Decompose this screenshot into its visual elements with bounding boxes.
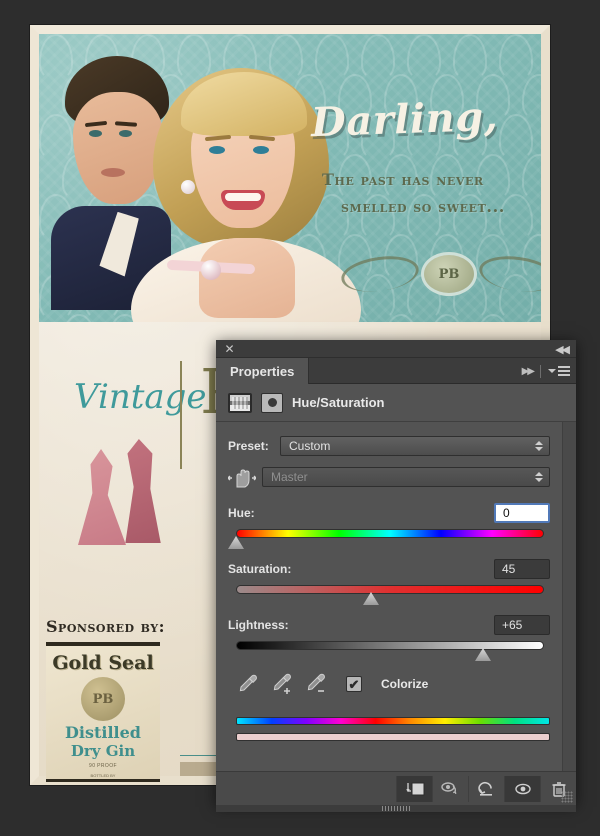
- chevron-updown-icon: [535, 472, 543, 482]
- add-to-sample-eyedropper-icon[interactable]: [270, 673, 292, 695]
- reset-arrow-icon: [477, 781, 492, 796]
- output-color-result-bar: [236, 733, 550, 741]
- properties-panel[interactable]: ✕ ◀◀ Properties ▶▶ Hue/Saturation Preset…: [216, 340, 576, 812]
- poster-crest-ornament: PB: [339, 239, 541, 309]
- toolbar-divider: [540, 364, 541, 378]
- gin-proof: 90 PROOF: [89, 763, 117, 769]
- channel-select[interactable]: Master: [262, 467, 550, 487]
- hue-label: Hue:: [228, 506, 255, 520]
- eyedropper-row: ✔ Colorize: [236, 673, 550, 695]
- toggle-before-after-button[interactable]: [432, 775, 468, 802]
- preset-label: Preset:: [228, 439, 269, 453]
- lightness-label-row: Lightness: +65: [228, 615, 550, 635]
- color-bars: [236, 717, 550, 741]
- adjustment-name: Hue/Saturation: [292, 395, 385, 410]
- poster-brooch: [201, 260, 221, 280]
- expand-panel-icon[interactable]: ▶▶: [522, 366, 535, 377]
- saturation-value-input[interactable]: 45: [494, 559, 550, 579]
- properties-panel-body: Preset: Custom Master Hue: 0 Saturation:…: [216, 422, 576, 788]
- saturation-label: Saturation:: [228, 562, 292, 576]
- adjustment-layer-thumbnail-icon[interactable]: [228, 392, 252, 413]
- panel-bottom-handle[interactable]: [216, 805, 576, 812]
- poster-crest-monogram: PB: [421, 252, 477, 296]
- gin-bottled-by: BOTTLED BY: [90, 773, 116, 778]
- panel-footer-toolbar: [216, 771, 576, 805]
- lightness-value-input[interactable]: +65: [494, 615, 550, 635]
- poster-vintage-word: Vintage: [74, 377, 207, 417]
- gin-seal: PB: [81, 677, 125, 721]
- panel-menu-icon[interactable]: [548, 366, 570, 376]
- lightness-label: Lightness:: [228, 618, 289, 632]
- saturation-slider-track: [236, 585, 544, 594]
- collapse-to-icons-icon[interactable]: ◀◀: [555, 343, 570, 356]
- hue-value-input[interactable]: 0: [494, 503, 550, 523]
- gin-company: The American Spirits Company: [46, 781, 160, 782]
- preset-select[interactable]: Custom: [280, 436, 550, 456]
- gin-title: Gold Seal: [52, 652, 154, 674]
- poster-teal-panel: Darling, The past has never smelled so s…: [39, 34, 541, 322]
- panel-tab-bar: Properties ▶▶: [216, 358, 576, 384]
- sample-eyedropper-icon[interactable]: [236, 673, 258, 695]
- panel-title-bar: ✕ ◀◀: [216, 340, 576, 358]
- eye-arrow-icon: [440, 781, 456, 794]
- lightness-slider[interactable]: [228, 639, 550, 661]
- poster-subline-2: smelled so sweet...: [341, 197, 505, 216]
- targeted-adjustment-tool-icon[interactable]: [228, 465, 256, 489]
- colorize-checkbox[interactable]: ✔: [346, 676, 362, 692]
- preset-row: Preset: Custom: [228, 436, 550, 456]
- saturation-label-row: Saturation: 45: [228, 559, 550, 579]
- checkmark-icon: ✔: [348, 676, 360, 692]
- clip-to-layer-button[interactable]: [396, 775, 432, 802]
- gin-dry-gin: Dry Gin: [70, 742, 136, 760]
- colorize-label: Colorize: [381, 677, 429, 691]
- clip-to-layer-icon: [405, 782, 424, 795]
- poster-dancers-illustration: [72, 427, 182, 547]
- eye-icon: [514, 783, 531, 794]
- reset-button[interactable]: [468, 775, 504, 802]
- poster-subline-1: The past has never: [322, 170, 484, 189]
- hue-label-row: Hue: 0: [228, 503, 550, 523]
- tab-properties-label: Properties: [230, 363, 295, 379]
- chevron-updown-icon: [535, 441, 543, 451]
- lightness-slider-track: [236, 641, 544, 650]
- panel-resize-grip[interactable]: [561, 791, 573, 803]
- adjustment-header: Hue/Saturation: [216, 384, 576, 422]
- screen-root: Darling, The past has never smelled so s…: [0, 0, 600, 836]
- channel-row: Master: [228, 465, 550, 489]
- poster-headline: Darling,: [310, 92, 499, 147]
- toggle-visibility-button[interactable]: [504, 775, 540, 802]
- poster-woman-illustration: [131, 42, 361, 322]
- saturation-slider[interactable]: [228, 583, 550, 605]
- poster-sponsored-label: Sponsored by:: [46, 617, 165, 636]
- layer-mask-thumbnail-icon[interactable]: [261, 392, 283, 413]
- preset-select-value: Custom: [289, 439, 331, 453]
- input-color-spectrum-bar: [236, 717, 550, 725]
- hue-slider[interactable]: [228, 527, 550, 549]
- panel-scroll-gutter[interactable]: [562, 422, 576, 788]
- hue-slider-track: [236, 529, 544, 538]
- channel-select-value: Master: [271, 470, 308, 484]
- poster-gin-label: Gold Seal PB Distilled Dry Gin 90 PROOF …: [46, 642, 160, 782]
- tab-properties[interactable]: Properties: [216, 358, 310, 384]
- close-icon[interactable]: ✕: [224, 343, 235, 355]
- gin-distilled: Distilled: [65, 723, 141, 742]
- subtract-from-sample-eyedropper-icon[interactable]: [304, 673, 326, 695]
